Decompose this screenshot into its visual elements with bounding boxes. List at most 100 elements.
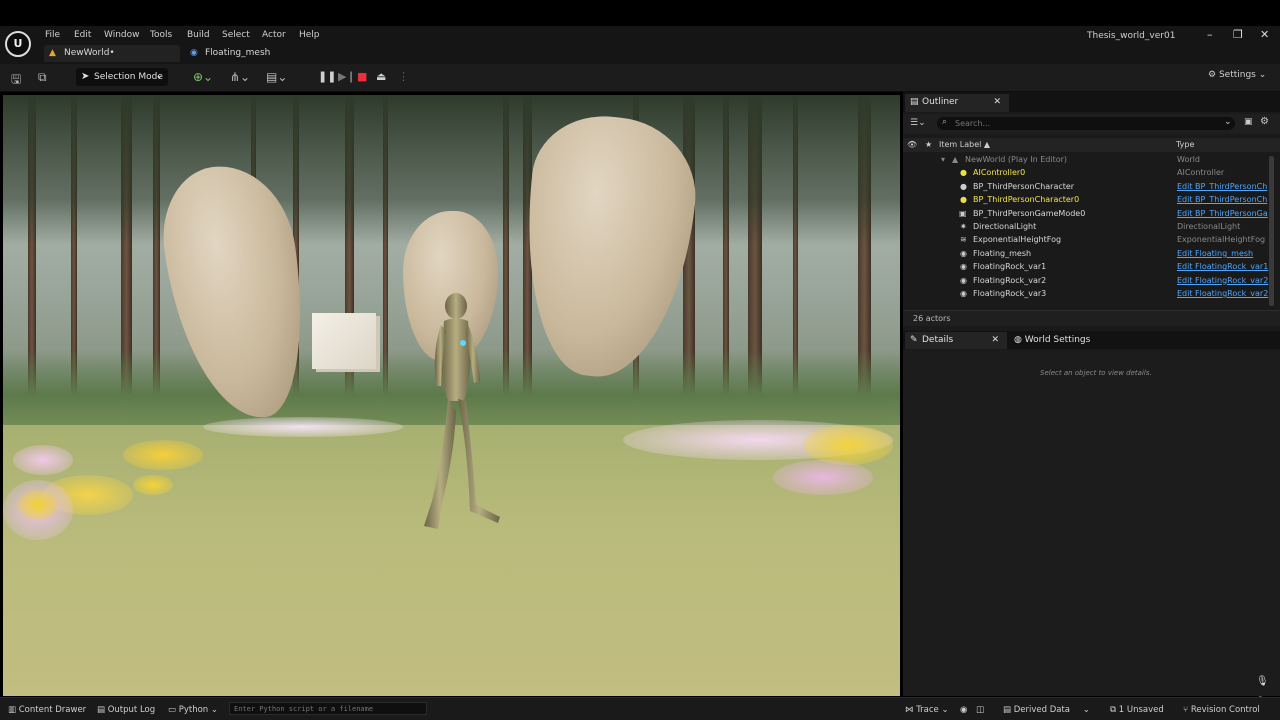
toolbar (0, 64, 1280, 92)
col-item-label[interactable]: Item Label ▲ (939, 140, 990, 149)
menu-file[interactable]: File (45, 30, 60, 40)
derived-data-icon: ▤ (1003, 705, 1012, 715)
list-item[interactable]: ▾ ▲ NewWorld (Play In Editor) World (903, 154, 1269, 167)
menu-actor[interactable]: Actor (262, 30, 286, 40)
chevron-down-icon[interactable]: ⌄ (1224, 117, 1232, 127)
close-window-icon[interactable]: ✕ (1260, 28, 1269, 41)
visibility-icon[interactable]: 👁 (907, 140, 917, 149)
gear-icon: ⚙ (1208, 70, 1217, 80)
actor-icon: ◉ (960, 248, 967, 258)
unsaved-label: 1 Unsaved (1118, 705, 1164, 715)
unsaved-icon: ⧉ (1110, 705, 1117, 715)
list-item[interactable]: ◉ FloatingRock_var3 Edit FloatingRock_va… (903, 288, 1269, 301)
trace-icon: ⋈ (905, 705, 914, 715)
settings-button[interactable]: ⚙ Settings ⌄ (1208, 70, 1266, 80)
content-browser-icon[interactable]: ⧉ (38, 70, 47, 85)
menu-help[interactable]: Help (299, 30, 320, 40)
menu-build[interactable]: Build (187, 30, 210, 40)
menu-select[interactable]: Select (222, 30, 250, 40)
list-item[interactable]: ≋ ExponentialHeightFog ExponentialHeight… (903, 234, 1269, 247)
list-item[interactable]: ● BP_ThirdPersonCharacter Edit BP_ThirdP… (903, 181, 1269, 194)
add-actor-icon[interactable]: ⊕⌄ (193, 70, 213, 84)
floating-cube-mesh[interactable] (312, 313, 376, 369)
menu-tools[interactable]: Tools (150, 30, 172, 40)
filter-icon[interactable]: ☰⌄ (910, 118, 926, 128)
selection-mode-dropdown[interactable]: ➤ Selection Mode ⌄ (76, 68, 168, 86)
drawer-icon: ▥ (8, 705, 17, 715)
tab-floating-mesh[interactable]: ◉ Floating_mesh (185, 45, 305, 62)
list-item[interactable]: ◉ FloatingRock_var2 Edit FloatingRock_va… (903, 275, 1269, 288)
tab-newworld[interactable]: ▲ NewWorld• (44, 45, 180, 62)
close-icon[interactable]: ✕ (993, 97, 1001, 107)
list-item[interactable]: ◉ Floating_mesh Edit Floating_mesh (903, 248, 1269, 261)
menu-window[interactable]: Window (104, 30, 140, 40)
world-settings-label: World Settings (1024, 335, 1091, 345)
col-type[interactable]: Type (1176, 140, 1194, 149)
window-title: Thesis_world_ver01 (1087, 31, 1176, 41)
actors-count-row: 26 actors (903, 310, 1280, 326)
console-icon: ▭ (168, 705, 177, 715)
chevron-down-icon: ⌄ (941, 705, 949, 715)
content-drawer-button[interactable]: ▥ Content Drawer (8, 705, 86, 715)
list-item[interactable]: ◉ FloatingRock_var1 Edit FloatingRock_va… (903, 261, 1269, 274)
python-label: Python (178, 705, 209, 715)
chevron-down-icon: ⌄ (1258, 70, 1267, 80)
python-input[interactable] (229, 702, 427, 715)
tab-details[interactable]: ✎ Details ✕ (905, 332, 1007, 349)
gear-icon[interactable]: ⚙ (1260, 116, 1269, 127)
chevron-down-icon: ⌄ (210, 705, 219, 715)
chevron-down-icon: ⌄ (155, 71, 163, 81)
trace-dropdown[interactable]: ⋈ Trace ⌄ (905, 705, 949, 715)
expand-arrow-icon[interactable]: ▾ (941, 155, 945, 164)
microphone-icon[interactable]: 🎙 (1256, 676, 1269, 687)
details-tab-label: Details (922, 335, 954, 345)
details-empty-message: Select an object to view details. (1040, 369, 1152, 377)
minimize-icon[interactable]: – (1207, 28, 1213, 41)
tab-label: NewWorld• (64, 48, 115, 58)
screenshot-icon[interactable]: ◫ (976, 705, 984, 715)
revision-control-button[interactable]: ⑂ Revision Control (1183, 705, 1278, 715)
list-item[interactable]: ● AIController0 AIController (903, 167, 1269, 180)
actors-count: 26 actors (913, 314, 951, 323)
tab-outliner[interactable]: ▤ Outliner ✕ (905, 94, 1009, 112)
top-bar (0, 0, 1280, 26)
derived-data-dropdown[interactable]: ▤ Derived Data ⌄ (1003, 705, 1090, 715)
stop-icon[interactable]: ■ (357, 70, 367, 83)
chevron-down-icon: ⌄ (1082, 705, 1090, 715)
third-person-character[interactable] (408, 291, 508, 541)
pawn-icon: ● (960, 181, 967, 191)
world-icon: ▲ (952, 155, 959, 164)
blueprint-menu-icon[interactable]: ⋔⌄ (230, 70, 250, 84)
menu-edit[interactable]: Edit (74, 30, 91, 40)
restore-icon[interactable]: ❐ (1233, 28, 1243, 41)
list-item[interactable]: ▣ BP_ThirdPersonGameMode0 Edit BP_ThirdP… (903, 208, 1269, 221)
add-folder-icon[interactable]: ▣ (1244, 117, 1253, 127)
log-icon: ▤ (97, 705, 106, 715)
python-console-dropdown[interactable]: ▭ Python ⌄ (168, 705, 218, 715)
outliner-search-input[interactable] (937, 117, 1235, 130)
selection-mode-label: Selection Mode (94, 72, 163, 82)
record-icon[interactable]: ◉ (960, 705, 967, 715)
cinematics-icon[interactable]: ▤⌄ (266, 70, 287, 84)
list-item[interactable]: ✷ DirectionalLight DirectionalLight (903, 221, 1269, 234)
actor-icon: ◉ (960, 275, 967, 285)
pause-icon[interactable]: ❚❚ (318, 70, 336, 83)
pencil-icon: ✎ (910, 335, 918, 345)
step-icon[interactable]: ▶❙ (338, 70, 356, 83)
outliner-icon: ▤ (910, 97, 919, 107)
list-item[interactable]: ● BP_ThirdPersonCharacter0 Edit BP_Third… (903, 194, 1269, 207)
save-icon[interactable]: 🖫 (11, 70, 21, 91)
revision-control-label: Revision Control (1190, 705, 1260, 715)
more-options-icon[interactable]: ⋮ (398, 70, 409, 83)
search-icon: ⌕ (942, 117, 948, 127)
star-icon[interactable]: ★ (925, 140, 932, 149)
tab-world-settings[interactable]: ◍ World Settings (1014, 335, 1090, 345)
level-viewport[interactable] (3, 95, 900, 696)
game-mode-icon: ▣ (959, 208, 967, 218)
unsaved-button[interactable]: ⧉ 1 Unsaved (1110, 705, 1164, 715)
eject-icon[interactable]: ⏏ (376, 70, 386, 83)
revision-control-icon: ⑂ (1183, 705, 1189, 715)
outliner-scrollbar[interactable] (1269, 156, 1274, 306)
close-icon[interactable]: ✕ (991, 335, 999, 345)
output-log-button[interactable]: ▤ Output Log (97, 705, 155, 715)
